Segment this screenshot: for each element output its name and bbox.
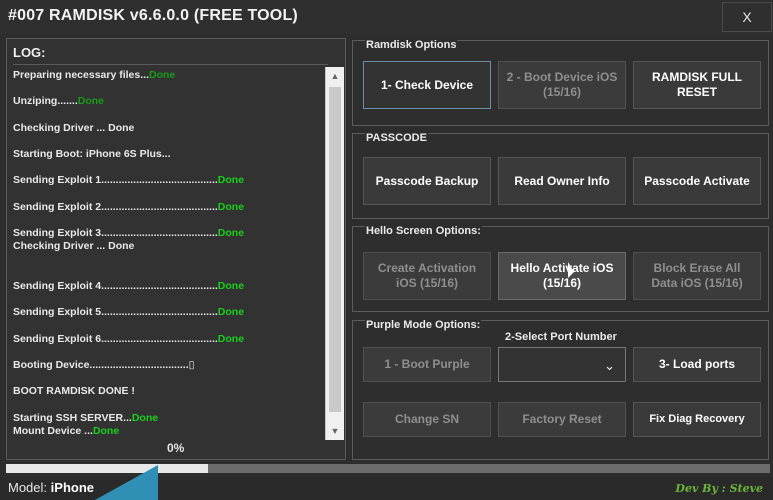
log-line: Unziping.......Done: [13, 95, 104, 107]
log-line: Sending Exploit 5.......................…: [13, 306, 245, 318]
log-line: Mount Device ...Done: [13, 425, 120, 437]
corner-decoration: [95, 465, 158, 500]
log-line: Starting Boot: iPhone 6S Plus...: [13, 148, 171, 160]
log-line: Sending Exploit 3.......................…: [13, 227, 245, 239]
port-select[interactable]: ⌄: [498, 347, 626, 382]
log-line: Sending Exploit 6.......................…: [13, 333, 245, 345]
log-panel: LOG: Preparing necessary files...Done Un…: [6, 38, 346, 460]
model-label: Model: iPhone: [8, 480, 94, 495]
create-activation-button[interactable]: Create Activation iOS (15/16): [363, 252, 491, 300]
group-title: Hello Screen Options:: [365, 225, 482, 237]
passcode-activate-button[interactable]: Passcode Activate: [633, 157, 761, 205]
close-button[interactable]: X: [722, 2, 772, 32]
log-line: BOOT RAMDISK DONE !: [13, 385, 135, 397]
factory-reset-button[interactable]: Factory Reset: [498, 402, 626, 437]
log-divider: [13, 64, 328, 65]
log-line: Starting SSH SERVER...Done: [13, 412, 159, 424]
log-line: Sending Exploit 4.......................…: [13, 280, 245, 292]
progress-percent: 0%: [167, 441, 185, 455]
chevron-down-icon: ⌄: [604, 358, 615, 373]
load-ports-button[interactable]: 3- Load ports: [633, 347, 761, 382]
log-line: Booting Device..........................…: [13, 359, 195, 371]
block-erase-button[interactable]: Block Erase All Data iOS (15/16): [633, 252, 761, 300]
mouse-cursor-icon: [568, 262, 574, 278]
group-title: Purple Mode Options:: [365, 319, 482, 331]
hello-activate-button[interactable]: Hello Activate iOS (15/16): [498, 252, 626, 300]
group-title: PASSCODE: [365, 132, 428, 144]
fix-diag-recovery-button[interactable]: Fix Diag Recovery: [633, 402, 761, 437]
passcode-backup-button[interactable]: Passcode Backup: [363, 157, 491, 205]
log-line: Sending Exploit 1.......................…: [13, 174, 245, 186]
log-line: Sending Exploit 2.......................…: [13, 201, 245, 213]
log-line: Checking Driver ... Done: [13, 240, 135, 252]
log-line: Preparing necessary files...Done: [13, 69, 176, 81]
log-title: LOG:: [13, 45, 46, 60]
developer-credit: Dev By : Steve: [675, 482, 763, 495]
ramdisk-full-reset-button[interactable]: RAMDISK FULL RESET: [633, 61, 761, 109]
check-device-button[interactable]: 1- Check Device: [363, 61, 491, 109]
log-line: Checking Driver ... Done: [13, 122, 135, 134]
log-area: Preparing necessary files...Done Unzipin…: [7, 67, 325, 442]
log-scrollbar[interactable]: ▲ ▼: [325, 67, 344, 440]
window-title: #007 RAMDISK v6.6.0.0 (FREE TOOL): [8, 7, 298, 24]
group-title: Ramdisk Options: [365, 39, 458, 51]
scroll-thumb[interactable]: [329, 87, 341, 412]
scroll-down-arrow-icon[interactable]: ▼: [328, 424, 342, 438]
boot-purple-button[interactable]: 1 - Boot Purple: [363, 347, 491, 382]
boot-device-button[interactable]: 2 - Boot Device iOS (15/16): [498, 61, 626, 109]
port-label: 2-Select Port Number: [505, 331, 617, 343]
change-sn-button[interactable]: Change SN: [363, 402, 491, 437]
read-owner-info-button[interactable]: Read Owner Info: [498, 157, 626, 205]
scroll-up-arrow-icon[interactable]: ▲: [328, 69, 342, 83]
title-bar: #007 RAMDISK v6.6.0.0 (FREE TOOL) X: [0, 0, 773, 34]
